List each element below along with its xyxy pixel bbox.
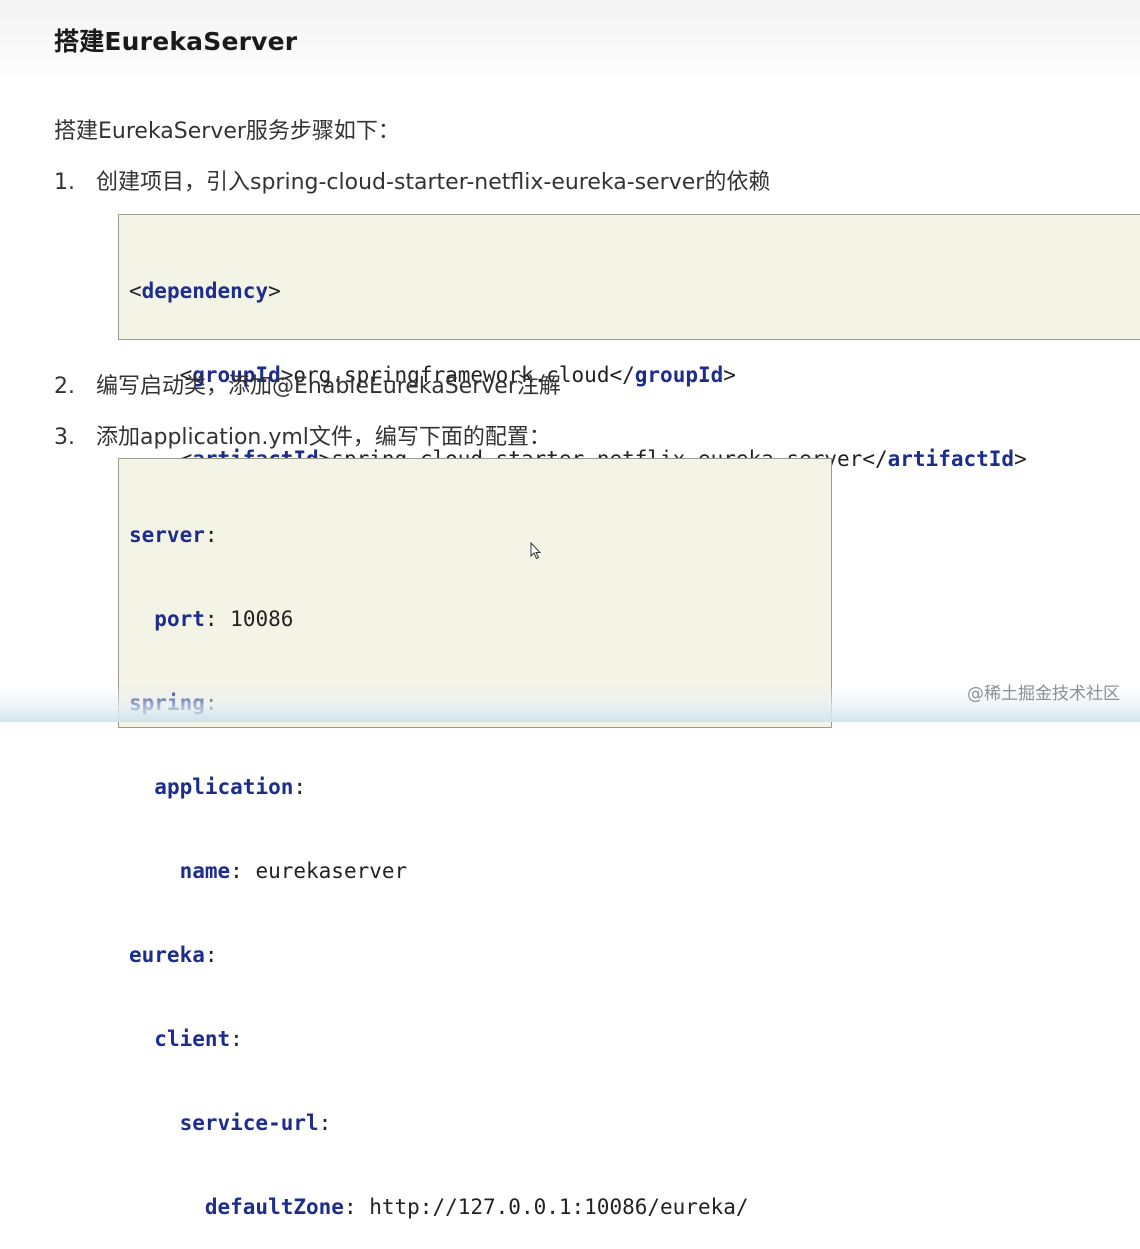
yaml-line-client: client: bbox=[154, 1027, 243, 1051]
yaml-line-eureka: eureka: bbox=[129, 943, 218, 967]
step-1-text: 创建项目，引入spring-cloud-starter-netflix-eure… bbox=[96, 170, 771, 195]
step-3-text: 添加application.yml文件，编写下面的配置： bbox=[96, 425, 551, 450]
yaml-line-service-url: service-url: bbox=[179, 1111, 332, 1135]
step-2: 2. 编写启动类，添加@EnableEurekaServer注解 bbox=[54, 368, 561, 400]
yaml-value-default-zone: http://127.0.0.1:10086/eureka/ bbox=[369, 1195, 749, 1219]
step-3: 3. 添加application.yml文件，编写下面的配置： bbox=[54, 419, 551, 451]
yaml-key-default-zone: defaultZone bbox=[204, 1195, 344, 1219]
yaml-key-client: client bbox=[154, 1027, 231, 1051]
yaml-value-name: eurekaserver bbox=[255, 859, 408, 883]
yaml-line-port: port: 10086 bbox=[154, 607, 294, 631]
intro-text: 搭建EurekaServer服务步骤如下： bbox=[54, 119, 400, 144]
mouse-pointer-icon bbox=[530, 542, 542, 560]
step-3-number: 3. bbox=[54, 425, 75, 450]
yaml-key-server: server bbox=[129, 523, 205, 547]
page-title: 搭建EurekaServer bbox=[54, 27, 298, 56]
xml-code-block: <dependency> <groupId>org.springframewor… bbox=[118, 214, 1140, 555]
step-1-number: 1. bbox=[54, 170, 75, 195]
yaml-value-port: 10086 bbox=[230, 607, 294, 631]
xml-tag-groupid-close: groupId bbox=[634, 363, 724, 387]
yaml-line-default-zone: defaultZone: http://127.0.0.1:10086/eure… bbox=[204, 1195, 749, 1219]
step-2-text: 编写启动类，添加@EnableEurekaServer注解 bbox=[96, 374, 561, 399]
yaml-key-name: name bbox=[179, 859, 231, 883]
yaml-line-server: server: bbox=[129, 523, 218, 547]
xml-tag-dependency-open: dependency bbox=[141, 279, 269, 303]
yaml-line-application: application: bbox=[154, 775, 307, 799]
yaml-key-application: application bbox=[154, 775, 294, 799]
step-2-number: 2. bbox=[54, 374, 75, 399]
xml-line-1: <dependency> bbox=[129, 279, 281, 303]
yaml-key-service-url: service-url bbox=[179, 1111, 319, 1135]
watermark: @稀土掘金技术社区 bbox=[967, 684, 1120, 704]
yaml-key-eureka: eureka bbox=[129, 943, 205, 967]
yaml-line-name: name: eurekaserver bbox=[179, 859, 408, 883]
step-1: 1. 创建项目，引入spring-cloud-starter-netflix-eu… bbox=[54, 164, 770, 196]
yaml-key-port: port bbox=[154, 607, 205, 631]
xml-tag-artifactid-close: artifactId bbox=[887, 447, 1015, 471]
